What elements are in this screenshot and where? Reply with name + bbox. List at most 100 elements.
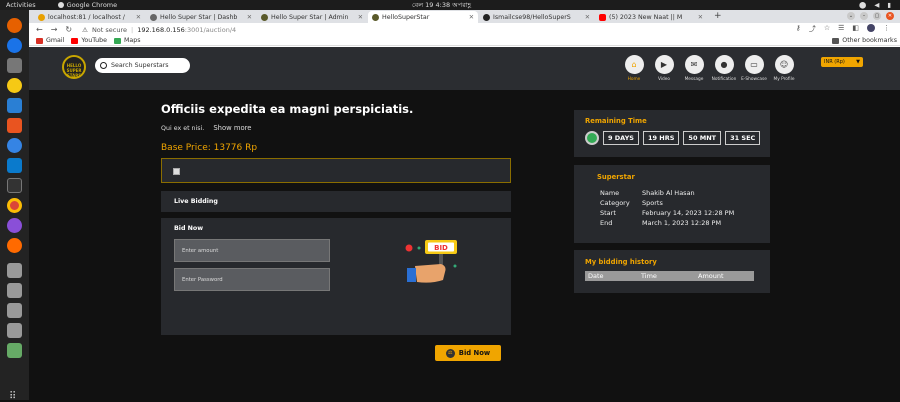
bookmark-star-icon[interactable]: ☆ <box>824 24 830 34</box>
amount-input[interactable]: Enter amount <box>174 239 330 262</box>
activities-button[interactable]: Activities <box>6 1 36 9</box>
close-icon[interactable]: ✕ <box>136 14 141 21</box>
bookmark-youtube[interactable]: YouTube <box>71 37 107 44</box>
nav-video[interactable]: ▶ Video <box>649 55 679 82</box>
postman-icon[interactable] <box>7 218 22 233</box>
chrome-dock-icon[interactable] <box>7 198 22 213</box>
bid-now-button[interactable]: ⚖ Bid Now <box>435 345 501 361</box>
app-menu[interactable]: Google Chrome <box>57 1 117 9</box>
tab-hellosuperstar[interactable]: HelloSuperStar ✕ <box>368 11 478 23</box>
nav-label: E-Showcase <box>741 77 767 82</box>
column-amount: Amount <box>698 272 724 280</box>
tab-admin[interactable]: Hello Super Star | Admin ✕ <box>257 11 367 23</box>
toolbar-icons: ⚷ ⤴ ☆ ☰ ◧ ⋮ <box>796 24 890 34</box>
search-input[interactable]: Search Superstars <box>95 58 190 73</box>
subtitle-text: Qui ex et nisi. <box>161 125 205 132</box>
extensions-icon[interactable]: ☰ <box>838 24 844 34</box>
auction-title: Officiis expedita ea magni perspiciatis. <box>161 102 414 116</box>
live-bidding-panel[interactable]: Live Bidding <box>161 191 511 212</box>
sidebar-icon[interactable]: ◧ <box>852 24 859 34</box>
info-value: March 1, 2023 12:28 PM <box>642 219 722 227</box>
amount-placeholder: Enter amount <box>182 247 219 254</box>
system-tray[interactable]: ⬤ ◀ ▮ <box>859 1 894 9</box>
help-icon[interactable] <box>7 138 22 153</box>
bookmark-label: Maps <box>123 37 141 44</box>
site-logo[interactable]: HELLO SUPER STARS <box>62 55 86 79</box>
bookmark-maps[interactable]: Maps <box>113 37 141 44</box>
editor-icon[interactable] <box>7 238 22 253</box>
tab-localhost[interactable]: localhost:81 / localhost / ✕ <box>34 11 145 23</box>
profile-avatar-icon[interactable] <box>867 24 875 32</box>
search-icon <box>100 62 107 69</box>
close-icon[interactable]: ✕ <box>247 14 252 21</box>
tab-github[interactable]: Ismailcse98/HelloSuperS ✕ <box>479 11 594 23</box>
back-icon[interactable]: ← <box>36 25 43 34</box>
superstar-info: Name Shakib Al Hasan Category Sports Start… <box>600 188 734 228</box>
writer-icon[interactable] <box>7 98 22 113</box>
minimize-button[interactable]: – <box>860 12 868 20</box>
currency-select[interactable]: INR (Rp) ▼ <box>821 57 863 67</box>
app-grid-icon[interactable]: ⠿ <box>9 391 20 402</box>
maximize-button[interactable]: ▢ <box>873 12 881 20</box>
youtube-icon <box>71 37 79 44</box>
warning-icon[interactable]: ⚠ <box>82 26 88 34</box>
nav-label: Notification <box>711 77 737 82</box>
auction-subtitle: Qui ex et nisi. Show more <box>161 124 251 132</box>
superstar-title: Superstar <box>597 173 635 181</box>
close-icon[interactable]: ✕ <box>585 14 590 21</box>
nav-home[interactable]: ⌂ Home <box>619 55 649 82</box>
other-bookmarks[interactable]: Other bookmarks <box>832 37 897 44</box>
forward-icon[interactable]: → <box>51 25 58 34</box>
bookmark-gmail[interactable]: Gmail <box>36 37 64 44</box>
terminal-icon[interactable] <box>7 178 22 193</box>
close-icon[interactable]: ✕ <box>358 14 363 21</box>
disk-icon-1[interactable] <box>7 263 22 278</box>
password-input[interactable]: Enter Password <box>174 268 330 291</box>
bid-now-panel: Bid Now Enter amount Enter Password BID <box>161 218 511 335</box>
nav-eshowcase[interactable]: ▭ E-Showcase <box>739 55 769 82</box>
menu-icon[interactable]: ⋮ <box>883 24 890 34</box>
close-window-button[interactable]: ✕ <box>886 12 894 20</box>
close-icon[interactable]: ✕ <box>469 14 474 21</box>
tab-favicon <box>372 13 379 21</box>
key-icon[interactable]: ⚷ <box>796 24 801 34</box>
disk-icon-2[interactable] <box>7 283 22 298</box>
rhythmbox-icon[interactable] <box>7 78 22 93</box>
tab-strip: localhost:81 / localhost / ✕ Hello Super… <box>29 10 900 23</box>
nav-notification[interactable]: ● Notification <box>709 55 739 82</box>
nav-profile[interactable]: ☺ My Profile <box>769 55 799 82</box>
profile-icon: ☺ <box>774 55 794 74</box>
bid-now-heading: Bid Now <box>174 225 204 232</box>
trash-icon[interactable] <box>7 343 22 358</box>
bookmarks-bar: Gmail YouTube Maps Other bookmarks <box>29 36 900 46</box>
vscode-icon[interactable] <box>7 158 22 173</box>
files-icon[interactable] <box>7 58 22 73</box>
clock[interactable]: বেল 19 4:38 অপরাহ্ণ <box>412 0 471 11</box>
showcase-icon: ▭ <box>744 55 764 74</box>
info-value: February 14, 2023 12:28 PM <box>642 209 735 217</box>
github-icon <box>483 13 490 21</box>
tab-favicon <box>38 13 45 21</box>
close-icon[interactable]: ✕ <box>698 14 703 21</box>
tab-dashboard[interactable]: Hello Super Star | Dashb ✕ <box>146 11 256 23</box>
nav-message[interactable]: ✉ Message <box>679 55 709 82</box>
firefox-icon[interactable] <box>7 18 22 33</box>
disk-icon-4[interactable] <box>7 323 22 338</box>
gavel-icon: ⚖ <box>445 348 455 358</box>
tab-search-icon[interactable]: ⌄ <box>847 12 855 20</box>
share-icon[interactable]: ⤴ <box>809 24 816 34</box>
clock-icon <box>585 131 599 145</box>
disk-icon-3[interactable] <box>7 303 22 318</box>
chevron-down-icon: ▼ <box>856 59 860 65</box>
new-tab-button[interactable]: + <box>714 11 722 21</box>
show-more-link[interactable]: Show more <box>213 124 251 132</box>
info-key: Name <box>600 189 620 197</box>
info-value: Sports <box>642 199 663 207</box>
tab-youtube[interactable]: (5) 2023 New Naat || M ✕ <box>595 11 707 23</box>
youtube-icon <box>599 13 606 21</box>
software-icon[interactable] <box>7 118 22 133</box>
countdown: 9 DAYS 19 HRS 50 MNT 31 SEC <box>585 131 761 145</box>
thunderbird-icon[interactable] <box>7 38 22 53</box>
address-bar[interactable]: ⚠ Not secure | 192.168.0.156:3001/auctio… <box>82 26 236 34</box>
reload-icon[interactable]: ↻ <box>65 25 72 34</box>
